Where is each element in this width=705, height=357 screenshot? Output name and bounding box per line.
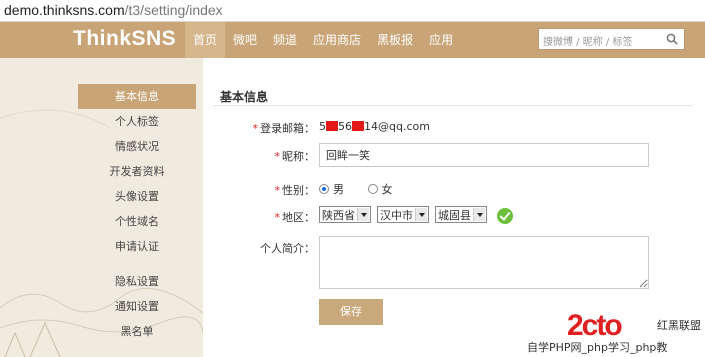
gender-label: * 性别： — [274, 184, 316, 197]
intro-row: 个人简介： — [203, 236, 705, 291]
nickname-input[interactable] — [319, 143, 649, 167]
side-item-blacklist[interactable]: 黑名单 — [78, 319, 196, 344]
email-label: * 登录邮箱： — [252, 122, 316, 135]
radio-unselected-icon[interactable] — [367, 184, 378, 194]
chevron-down-icon[interactable] — [473, 208, 485, 221]
nav-item-weiba[interactable]: 微吧 — [225, 22, 265, 58]
side-item-developer[interactable]: 开发者资料 — [78, 159, 196, 184]
gender-radio-female[interactable]: 女 — [367, 181, 393, 197]
nav-item-blackboard[interactable]: 黑板报 — [369, 22, 421, 58]
gender-row: * 性别： 男 女 — [203, 178, 705, 200]
intro-textarea[interactable] — [319, 236, 649, 289]
radio-selected-icon[interactable] — [319, 184, 329, 194]
watermark-brand: 红黑联盟 — [657, 319, 701, 332]
side-item-tags[interactable]: 个人标签 — [78, 109, 196, 134]
side-item-basic-info[interactable]: 基本信息 — [78, 84, 196, 109]
nav-item-apps[interactable]: 应用 — [421, 22, 461, 58]
redacted-mark — [326, 121, 338, 131]
side-item-relationship[interactable]: 情感状况 — [78, 134, 196, 159]
nav-item-app-store[interactable]: 应用商店 — [305, 22, 369, 58]
email-row: * 登录邮箱： 5 56 14@qq.com — [203, 116, 705, 138]
gender-options: 男 女 — [319, 178, 413, 197]
email-value: 5 56 14@qq.com — [319, 120, 430, 133]
section-divider — [213, 105, 693, 106]
intro-label: 个人简介： — [260, 242, 315, 255]
region-row: * 地区： 陕西省 汉中市 城固县 — [203, 205, 705, 227]
redacted-mark — [352, 121, 364, 131]
nickname-label: * 昵称： — [274, 150, 316, 163]
side-item-avatar[interactable]: 头像设置 — [78, 184, 196, 209]
city-select[interactable]: 汉中市 — [377, 206, 429, 223]
browser-address-bar[interactable]: demo.thinksns.com/t3/setting/index — [0, 0, 705, 22]
chevron-down-icon[interactable] — [357, 208, 369, 221]
valid-check-icon — [497, 207, 513, 224]
gender-radio-male[interactable]: 男 — [319, 181, 344, 197]
nav-item-channel[interactable]: 频道 — [265, 22, 305, 58]
site-watermark: 2cto 红黑联盟 自学PHP网_php学习_php教 — [525, 305, 705, 357]
side-item-verify[interactable]: 申请认证 — [78, 234, 196, 259]
side-item-domain[interactable]: 个性域名 — [78, 209, 196, 234]
side-item-notifications[interactable]: 通知设置 — [78, 294, 196, 319]
side-menu-gap — [78, 259, 196, 269]
side-item-privacy[interactable]: 隐私设置 — [78, 269, 196, 294]
watermark-caption: 自学PHP网_php学习_php教 — [525, 339, 705, 357]
watermark-logo: 2cto — [567, 309, 623, 342]
save-button[interactable]: 保存 — [319, 299, 383, 325]
thinksns-logo[interactable]: ThinkSNS — [73, 27, 176, 51]
chevron-down-icon[interactable] — [415, 208, 427, 221]
search-box[interactable]: 搜微博 / 昵称 / 标签 — [538, 28, 685, 50]
region-label: * 地区： — [274, 211, 316, 224]
section-title: 基本信息 — [220, 90, 269, 104]
settings-side-menu: 基本信息 个人标签 情感状况 开发者资料 头像设置 个性域名 申请认证 隐私设置… — [78, 84, 196, 344]
nickname-row: * 昵称： — [203, 143, 705, 167]
nav-menu: 首页 微吧 频道 应用商店 黑板报 应用 — [185, 22, 461, 58]
province-select[interactable]: 陕西省 — [319, 206, 371, 223]
top-nav: ThinkSNS 首页 微吧 频道 应用商店 黑板报 应用 搜微博 / 昵称 /… — [0, 22, 705, 58]
nav-item-home[interactable]: 首页 — [185, 22, 226, 58]
search-icon[interactable] — [666, 33, 678, 45]
region-selects: 陕西省 汉中市 城固县 — [319, 206, 513, 224]
search-input[interactable]: 搜微博 / 昵称 / 标签 — [543, 33, 632, 48]
county-select[interactable]: 城固县 — [435, 206, 487, 223]
url-text[interactable]: demo.thinksns.com/t3/setting/index — [4, 2, 223, 18]
